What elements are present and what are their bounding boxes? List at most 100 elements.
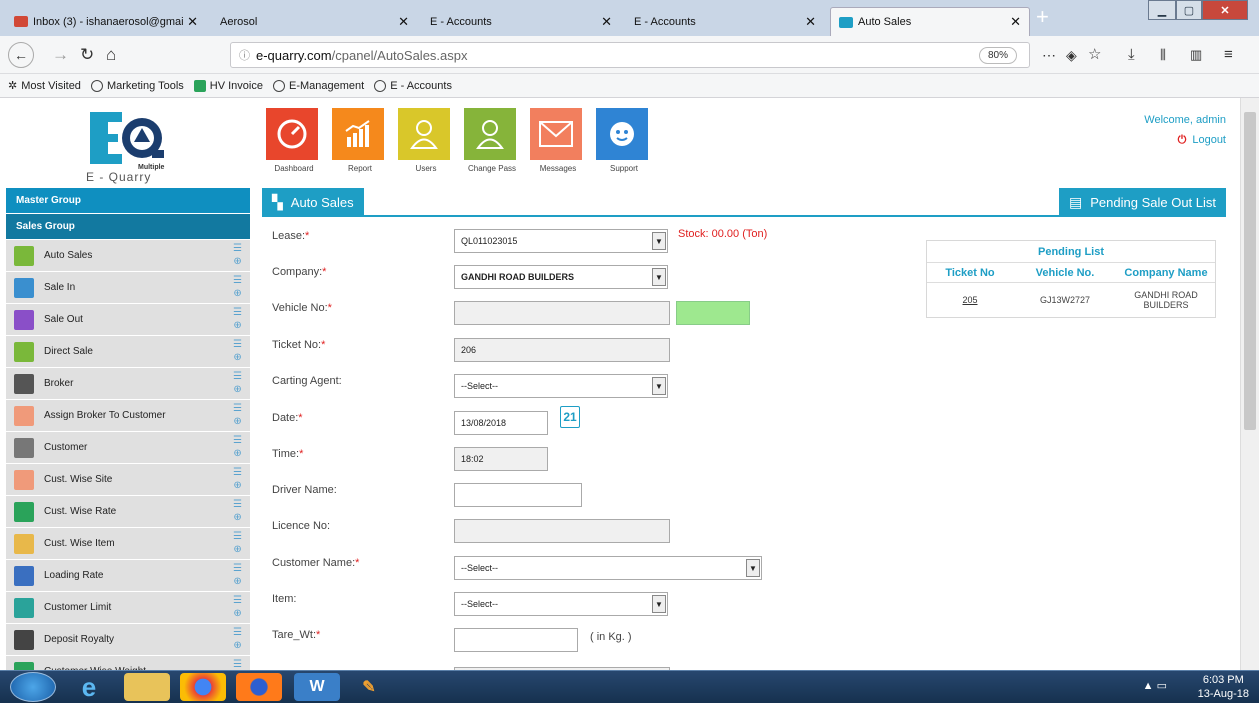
- expand-list-icon[interactable]: ☰⊕: [233, 562, 242, 588]
- bookmark-most-visited[interactable]: ✲ Most Visited: [8, 79, 81, 93]
- clipboard-icon: ▤: [1069, 194, 1083, 210]
- pending-sale-out-list-button[interactable]: ▤ Pending Sale Out List: [1059, 188, 1226, 217]
- download-icon[interactable]: ⤓: [1128, 45, 1135, 65]
- bookmark-e-management[interactable]: E-Management: [272, 79, 364, 92]
- paint-icon[interactable]: ✎: [346, 673, 392, 701]
- minimize-icon[interactable]: ▁: [1148, 0, 1176, 20]
- logout-link[interactable]: ⏻ Logout: [1178, 134, 1226, 147]
- chrome-icon[interactable]: [180, 673, 226, 701]
- time-input[interactable]: 18:02: [454, 447, 548, 471]
- sidebar-item-auto-sales[interactable]: Auto Sales ☰ ⊕: [6, 240, 250, 272]
- sidebar-item-cust-wise-site[interactable]: Cust. Wise Site ☰ ⊕: [6, 464, 250, 496]
- sidebar-item-direct-sale[interactable]: Direct Sale ☰ ⊕: [6, 336, 250, 368]
- bookmark-hv-invoice[interactable]: HV Invoice: [193, 79, 263, 92]
- firefox-icon[interactable]: [236, 673, 282, 701]
- tile-support[interactable]: Support: [596, 108, 652, 173]
- sidebar-item-assign-broker-to-customer[interactable]: Assign Broker To Customer ☰ ⊕: [6, 400, 250, 432]
- back-icon[interactable]: ←: [8, 42, 34, 68]
- tab-aerosol[interactable]: Aerosol ✕: [212, 7, 417, 36]
- calendar-icon[interactable]: 21: [560, 406, 580, 428]
- zoom-level[interactable]: 80%: [978, 47, 1017, 64]
- expand-list-icon[interactable]: ☰⊕: [233, 658, 242, 670]
- ticket-link[interactable]: 205: [927, 283, 1013, 317]
- sidebar-item-customer[interactable]: Customer ☰ ⊕: [6, 432, 250, 464]
- tile-change-pass[interactable]: Change Pass: [464, 108, 520, 173]
- tray-icons[interactable]: ▲ ▭: [1143, 679, 1167, 692]
- bookmark-e-accounts[interactable]: E - Accounts: [374, 79, 452, 92]
- tab-e-accounts-1[interactable]: E - Accounts ✕: [422, 7, 620, 36]
- close-icon[interactable]: ✕: [187, 14, 198, 30]
- close-icon[interactable]: ✕: [601, 14, 612, 30]
- company-select[interactable]: GANDHI ROAD BUILDERS ▼: [454, 265, 668, 289]
- mail-app-icon[interactable]: W: [294, 673, 340, 701]
- expand-list-icon[interactable]: ☰⊕: [233, 274, 242, 300]
- sidebar-item-broker[interactable]: Broker ☰ ⊕: [6, 368, 250, 400]
- close-icon[interactable]: ✕: [805, 14, 816, 30]
- tare-weight-input[interactable]: [454, 628, 578, 652]
- ticket-no-input[interactable]: 206: [454, 338, 670, 362]
- expand-list-icon[interactable]: ☰⊕: [233, 242, 242, 268]
- expand-list-icon[interactable]: ☰⊕: [233, 626, 242, 652]
- reload-icon[interactable]: ↻: [80, 45, 94, 65]
- scrollbar-thumb[interactable]: [1244, 112, 1256, 430]
- expand-list-icon[interactable]: ☰⊕: [233, 306, 242, 332]
- start-button[interactable]: [10, 672, 56, 702]
- sidebar-item-sale-in[interactable]: Sale In ☰ ⊕: [6, 272, 250, 304]
- pocket-icon[interactable]: ◈: [1066, 45, 1077, 65]
- sidebar-group-sales[interactable]: Sales Group: [6, 214, 250, 240]
- sidebar-group-master[interactable]: Master Group: [6, 188, 250, 214]
- tab-auto-sales[interactable]: ▚ Auto Sales: [262, 188, 364, 217]
- item-select[interactable]: --Select-- ▼: [454, 592, 668, 616]
- expand-list-icon[interactable]: ☰⊕: [233, 594, 242, 620]
- tab-inbox[interactable]: Inbox (3) - ishanaerosol@gmai ✕: [6, 7, 206, 36]
- folder-icon[interactable]: [124, 673, 170, 701]
- vehicle-no-input[interactable]: [454, 301, 670, 325]
- bookmark-star-icon[interactable]: ☆: [1088, 45, 1101, 65]
- new-tab-icon[interactable]: +: [1036, 5, 1049, 29]
- tile-users[interactable]: Users: [398, 108, 454, 173]
- sidebar-item-customer-wise-weight[interactable]: Customer Wise Weight☰⊕: [6, 656, 250, 670]
- sidebar-item-cust-wise-rate[interactable]: Cust. Wise Rate ☰ ⊕: [6, 496, 250, 528]
- globe-icon: [374, 79, 387, 92]
- sidebar-item-cust-wise-item[interactable]: Cust. Wise Item ☰ ⊕: [6, 528, 250, 560]
- expand-list-icon[interactable]: ☰⊕: [233, 338, 242, 364]
- lease-select[interactable]: QL011023015 ▼: [454, 229, 668, 253]
- tab-auto-sales[interactable]: Auto Sales ✕: [830, 7, 1030, 36]
- more-actions-icon[interactable]: ⋯: [1042, 45, 1056, 65]
- ie-icon[interactable]: e: [66, 672, 112, 702]
- sidebar-toggle-icon[interactable]: ▥: [1190, 45, 1202, 65]
- tile-dashboard[interactable]: Dashboard: [266, 108, 322, 173]
- url-bar[interactable]: ⓘ e-quarry.com /cpanel/AutoSales.aspx 80…: [230, 42, 1030, 68]
- page-scrollbar[interactable]: [1240, 98, 1259, 670]
- home-icon[interactable]: ⌂: [106, 45, 116, 65]
- expand-list-icon[interactable]: ☰⊕: [233, 498, 242, 524]
- sidebar-item-sale-out[interactable]: Sale Out ☰ ⊕: [6, 304, 250, 336]
- expand-list-icon[interactable]: ☰⊕: [233, 530, 242, 556]
- driver-name-input[interactable]: [454, 483, 582, 507]
- expand-list-icon[interactable]: ☰⊕: [233, 434, 242, 460]
- expand-list-icon[interactable]: ☰⊕: [233, 370, 242, 396]
- expand-list-icon[interactable]: ☰⊕: [233, 466, 242, 492]
- row-lease: Lease:* QL011023015 ▼ Stock: 00.00 (Ton): [262, 226, 902, 253]
- tile-messages[interactable]: Messages: [530, 108, 586, 173]
- licence-no-input[interactable]: [454, 519, 670, 543]
- maximize-icon[interactable]: ▢: [1176, 0, 1202, 20]
- customer-name-select[interactable]: --Select-- ▼: [454, 556, 762, 580]
- close-window-icon[interactable]: ✕: [1202, 0, 1248, 20]
- close-icon[interactable]: ✕: [398, 14, 409, 30]
- date-input[interactable]: 13/08/2018: [454, 411, 548, 435]
- library-icon[interactable]: ⫼: [1160, 45, 1166, 65]
- carting-agent-select[interactable]: --Select-- ▼: [454, 374, 668, 398]
- close-icon[interactable]: ✕: [1010, 14, 1021, 30]
- sidebar-item-deposit-royalty[interactable]: Deposit Royalty ☰ ⊕: [6, 624, 250, 656]
- tile-report[interactable]: Report: [332, 108, 388, 173]
- clock[interactable]: 6:03 PM 13-Aug-18: [1198, 673, 1249, 701]
- forward-icon[interactable]: →: [52, 45, 69, 65]
- expand-list-icon[interactable]: ☰⊕: [233, 402, 242, 428]
- tab-e-accounts-2[interactable]: E - Accounts ✕: [626, 7, 824, 36]
- sidebar-item-loading-rate[interactable]: Loading Rate ☰ ⊕: [6, 560, 250, 592]
- sidebar-item-customer-limit[interactable]: Customer Limit ☰ ⊕: [6, 592, 250, 624]
- column-header: Ticket No: [945, 266, 995, 279]
- bookmark-marketing-tools[interactable]: Marketing Tools: [90, 79, 184, 92]
- menu-icon[interactable]: ≡: [1224, 45, 1233, 65]
